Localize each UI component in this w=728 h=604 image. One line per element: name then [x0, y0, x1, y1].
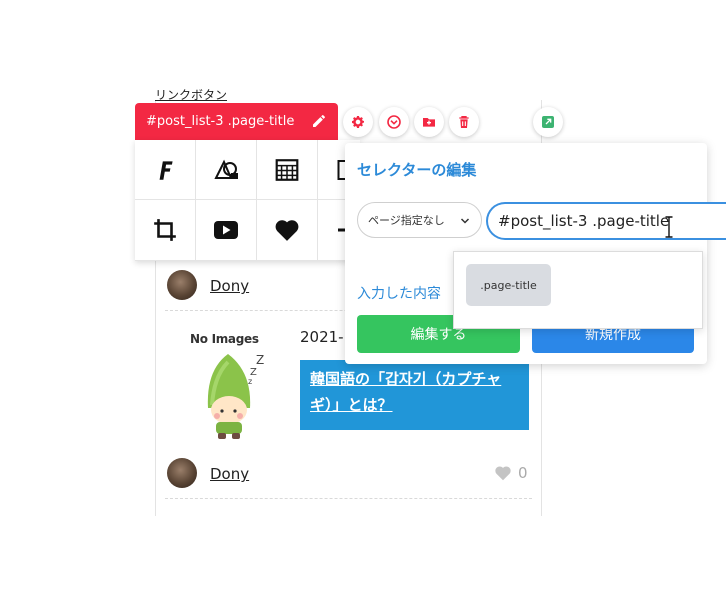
svg-text:Z: Z	[256, 353, 264, 367]
link-button-text[interactable]: リンクボタン	[155, 86, 227, 103]
like-counter[interactable]: 0	[494, 464, 528, 482]
chevron-down-icon	[460, 218, 470, 224]
avatar	[167, 458, 197, 488]
post-title-box[interactable]: 韓国語の「갑자기（カプチャギ）」とは？	[300, 360, 529, 430]
settings-button[interactable]	[343, 107, 373, 137]
screen: リンクボタン Dony No Images Z Z z 2021- 韓国語の「갑…	[0, 0, 728, 604]
panel-title: セレクターの編集	[357, 161, 477, 179]
page-scope-value: ページ指定なし	[368, 214, 445, 227]
suggestion-item[interactable]: .page-title	[466, 264, 551, 306]
open-external-button[interactable]	[533, 107, 563, 137]
post-date: 2021-	[300, 328, 344, 346]
like-count: 0	[518, 464, 528, 482]
block-icon-grid	[135, 140, 360, 261]
selected-element-tag[interactable]: #post_list-3 .page-title	[135, 103, 338, 140]
external-link-icon	[542, 116, 554, 128]
folder-icon	[423, 118, 435, 127]
crop-icon	[154, 219, 176, 241]
youtube-icon	[214, 221, 238, 239]
gear-icon	[352, 116, 364, 128]
divider	[165, 498, 532, 499]
pencil-icon[interactable]	[311, 113, 327, 129]
selector-input-value: #post_list-3 .page-title	[498, 212, 670, 230]
chevron-circle-icon	[387, 115, 401, 129]
author-link[interactable]: Dony	[210, 277, 249, 295]
heart-block-button[interactable]	[257, 200, 318, 261]
font-icon	[159, 160, 173, 180]
delete-button[interactable]	[449, 107, 479, 137]
shapes-block-button[interactable]	[196, 140, 257, 200]
trash-icon	[459, 116, 469, 128]
table-block-button[interactable]	[257, 140, 318, 200]
selector-suggestions: .page-title	[453, 251, 703, 329]
page-scope-select[interactable]: ページ指定なし	[357, 202, 482, 238]
shapes-icon	[214, 159, 238, 179]
font-block-button[interactable]	[135, 140, 196, 200]
expand-button[interactable]	[379, 107, 409, 137]
zzz-icon: Z Z z	[248, 353, 264, 386]
heart-icon	[495, 466, 511, 481]
selector-input[interactable]: #post_list-3 .page-title	[486, 202, 726, 240]
avatar	[167, 270, 197, 300]
svg-text:z: z	[248, 377, 252, 386]
folder-button[interactable]	[414, 107, 444, 137]
selected-element-selector: #post_list-3 .page-title	[146, 114, 295, 129]
text-cursor-icon	[665, 216, 673, 238]
table-icon	[275, 158, 299, 181]
youtube-block-button[interactable]	[196, 200, 257, 261]
heart-icon	[275, 220, 299, 241]
preview-label: 入力した内容	[357, 286, 441, 302]
post-title-link[interactable]: 韓国語の「갑자기（カプチャギ）」とは？	[310, 370, 501, 414]
crop-block-button[interactable]	[135, 200, 196, 261]
no-images-label: No Images	[190, 332, 259, 346]
author-link[interactable]: Dony	[210, 465, 249, 483]
